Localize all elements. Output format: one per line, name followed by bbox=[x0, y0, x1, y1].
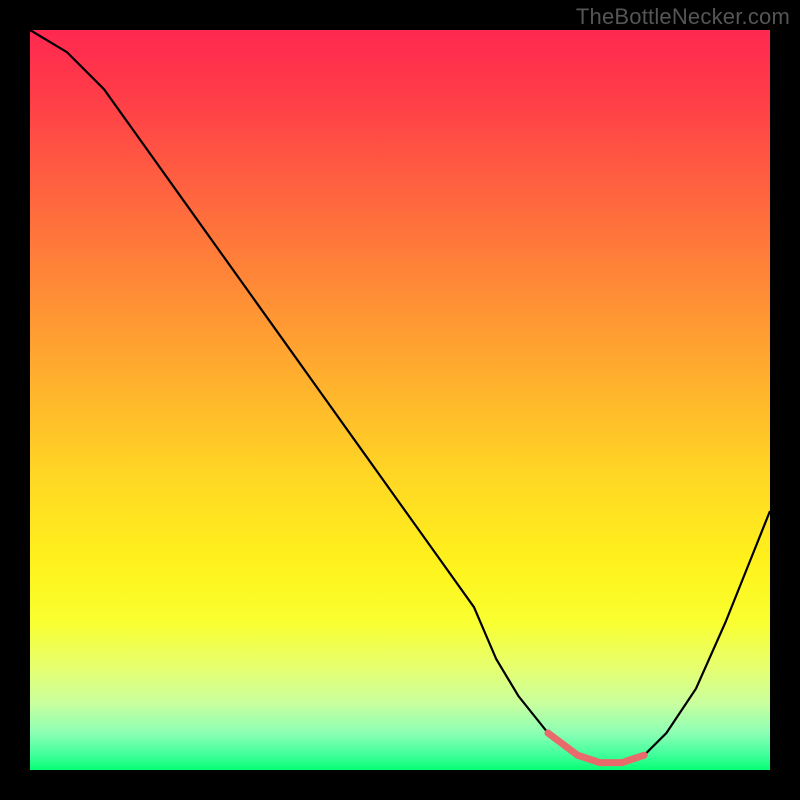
optimal-range-highlight bbox=[548, 733, 644, 763]
plot-area bbox=[30, 30, 770, 770]
curve-layer bbox=[30, 30, 770, 770]
chart-container: TheBottleNecker.com bbox=[0, 0, 800, 800]
bottleneck-curve bbox=[30, 30, 770, 763]
watermark-text: TheBottleNecker.com bbox=[576, 4, 790, 30]
